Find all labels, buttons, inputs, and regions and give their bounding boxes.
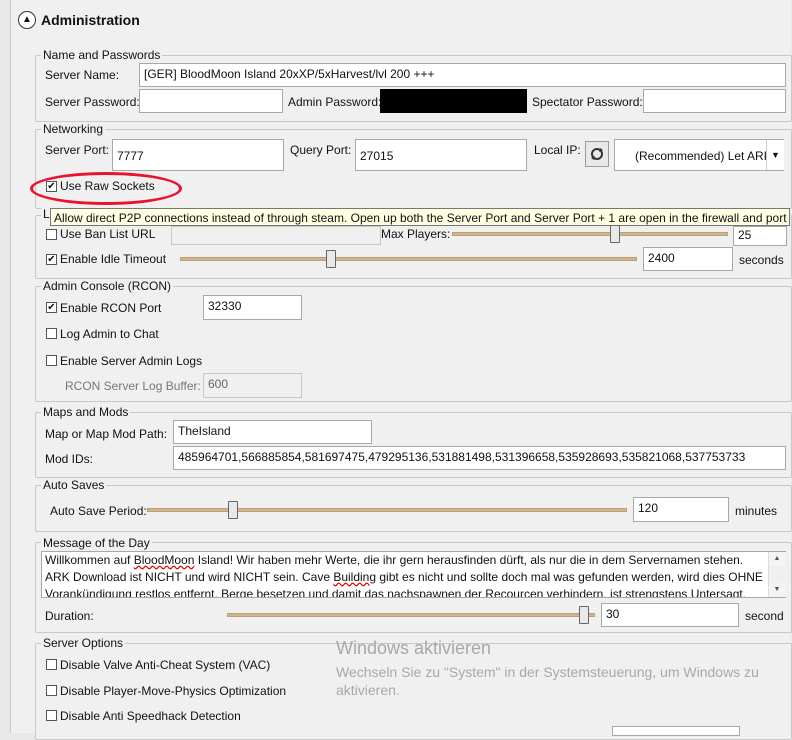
enable-idle-timeout-checkbox[interactable]: ✔ bbox=[46, 254, 57, 265]
activation-watermark-text: Wechseln Sie zu "System" in der Systemst… bbox=[336, 664, 759, 698]
enable-logs-checkbox[interactable] bbox=[46, 355, 57, 366]
server-password-input[interactable] bbox=[139, 89, 283, 113]
spectator-password-input[interactable] bbox=[643, 89, 786, 113]
scroll-up-icon[interactable]: ▲ bbox=[769, 552, 785, 566]
dropdown-arrow-icon[interactable]: ▼ bbox=[766, 140, 784, 170]
admin-password-label: Admin Password: bbox=[288, 95, 382, 109]
section-title: Administration bbox=[41, 12, 140, 28]
motd-line-3: Vorankündigung restlos entfernt. Berge b… bbox=[45, 587, 747, 598]
query-port-label: Query Port: bbox=[290, 143, 352, 157]
idle-timeout-unit: seconds bbox=[739, 253, 784, 267]
disable-vac-checkbox[interactable] bbox=[46, 659, 57, 670]
use-ban-list-label[interactable]: Use Ban List URL bbox=[60, 227, 155, 241]
mod-ids-input[interactable]: 485964701,566885854,581697475,479295136,… bbox=[173, 446, 786, 470]
autosave-period-input[interactable]: 120 bbox=[633, 497, 729, 522]
spectator-password-label: Spectator Password: bbox=[532, 95, 643, 109]
max-players-slider-thumb[interactable] bbox=[609, 225, 620, 243]
name-passwords-title: Name and Passwords bbox=[41, 48, 163, 62]
motd-title: Message of the Day bbox=[41, 536, 152, 550]
log-buffer-label: RCON Server Log Buffer: bbox=[65, 379, 201, 393]
activation-watermark-title: Windows aktivieren bbox=[336, 638, 492, 658]
admin-password-input[interactable] bbox=[380, 89, 527, 113]
idle-timeout-slider-thumb[interactable] bbox=[325, 250, 336, 268]
motd-scrollbar[interactable]: ▲ ▼ bbox=[768, 552, 786, 597]
scroll-track[interactable] bbox=[769, 566, 786, 583]
autosave-unit: minutes bbox=[735, 504, 778, 518]
disable-speedhack-label[interactable]: Disable Anti Speedhack Detection bbox=[60, 709, 241, 723]
maps-title: Maps and Mods bbox=[41, 405, 131, 419]
duration-label: Duration: bbox=[45, 609, 94, 623]
ban-list-url-input[interactable] bbox=[171, 226, 381, 245]
local-ip-label: Local IP: bbox=[534, 143, 581, 157]
server-name-input[interactable]: [GER] BloodMoon Island 20xXP/5xHarvest/l… bbox=[139, 63, 786, 87]
use-ban-list-checkbox[interactable] bbox=[46, 229, 57, 240]
idle-timeout-slider-track[interactable] bbox=[180, 257, 637, 261]
disable-vac-label[interactable]: Disable Valve Anti-Cheat System (VAC) bbox=[60, 658, 270, 672]
max-players-input[interactable]: 25 bbox=[733, 226, 787, 246]
server-port-input[interactable]: 7777 bbox=[112, 139, 284, 171]
rcon-port-input[interactable]: 32330 bbox=[203, 295, 302, 320]
local-ip-dropdown[interactable]: (Recommended) Let ARK bbox=[614, 139, 784, 171]
disable-speedhack-checkbox[interactable] bbox=[46, 710, 57, 721]
max-players-slider-track[interactable] bbox=[452, 232, 728, 236]
log-buffer-input[interactable]: 600 bbox=[203, 373, 302, 398]
autosave-period-label: Auto Save Period: bbox=[50, 504, 147, 518]
log-admin-checkbox[interactable] bbox=[46, 328, 57, 339]
map-path-label: Map or Map Mod Path: bbox=[45, 427, 168, 441]
enable-rcon-label[interactable]: Enable RCON Port bbox=[60, 301, 161, 315]
log-admin-label[interactable]: Log Admin to Chat bbox=[60, 327, 159, 341]
duration-input[interactable]: 30 bbox=[601, 603, 739, 627]
enable-rcon-checkbox[interactable]: ✔ bbox=[46, 302, 57, 313]
collapse-chevron-icon[interactable]: ▲ bbox=[18, 11, 36, 29]
query-port-input[interactable]: 27015 bbox=[355, 139, 527, 171]
refresh-icon bbox=[591, 148, 603, 160]
duration-slider-track[interactable] bbox=[227, 613, 595, 617]
networking-title: Networking bbox=[41, 122, 106, 136]
duration-slider-thumb[interactable] bbox=[578, 606, 589, 624]
autosave-slider-track[interactable] bbox=[147, 508, 627, 512]
disable-physics-checkbox[interactable] bbox=[46, 685, 57, 696]
idle-timeout-input[interactable]: 2400 bbox=[643, 247, 733, 271]
disable-physics-label[interactable]: Disable Player-Move-Physics Optimization bbox=[60, 684, 286, 698]
refresh-ip-button[interactable] bbox=[585, 141, 609, 167]
motd-textarea[interactable]: Willkommen auf BloodMoon Island! Wir hab… bbox=[41, 551, 786, 598]
server-options-title: Server Options bbox=[41, 636, 126, 650]
server-port-label: Server Port: bbox=[45, 143, 110, 157]
raw-sockets-tooltip: Allow direct P2P connections instead of … bbox=[50, 208, 790, 226]
map-path-input[interactable]: TheIsland bbox=[173, 420, 372, 444]
motd-line-1: Willkommen auf BloodMoon Island! Wir hab… bbox=[45, 553, 744, 567]
motd-line-2: ARK Download ist NICHT und wird NICHT se… bbox=[45, 570, 763, 584]
partial-input[interactable] bbox=[612, 726, 740, 736]
server-password-label: Server Password: bbox=[45, 95, 140, 109]
max-players-label: Max Players: bbox=[381, 227, 451, 241]
autosave-slider-thumb[interactable] bbox=[228, 501, 239, 519]
server-name-label: Server Name: bbox=[45, 68, 120, 82]
highlight-ring bbox=[30, 172, 182, 205]
enable-logs-label[interactable]: Enable Server Admin Logs bbox=[60, 354, 202, 368]
enable-idle-timeout-label[interactable]: Enable Idle Timeout bbox=[60, 252, 166, 266]
scroll-down-icon[interactable]: ▼ bbox=[769, 583, 785, 597]
mod-ids-label: Mod IDs: bbox=[45, 452, 94, 466]
autosave-title: Auto Saves bbox=[41, 478, 107, 492]
rcon-title: Admin Console (RCON) bbox=[41, 279, 174, 293]
duration-unit: second bbox=[745, 609, 784, 623]
